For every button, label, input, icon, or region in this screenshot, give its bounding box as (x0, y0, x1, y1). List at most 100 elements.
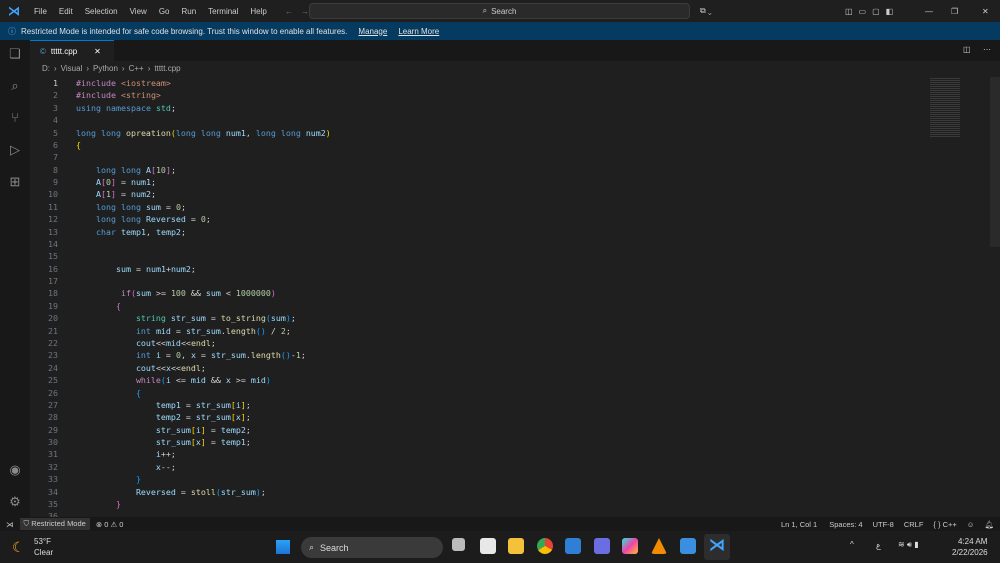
breadcrumb-item[interactable]: ttttt.cpp (154, 64, 180, 73)
code-line[interactable]: A[0] = num1; (76, 177, 156, 187)
menu-edit[interactable]: Edit (53, 7, 79, 16)
code-line[interactable]: { (76, 140, 81, 150)
task-view-icon[interactable] (452, 538, 465, 551)
source-control-icon[interactable]: ⑂ (7, 110, 23, 126)
code-line[interactable]: { (76, 388, 141, 398)
code-token: endl (180, 362, 201, 373)
code-line[interactable]: temp1 = str_sum[i]; (76, 400, 251, 410)
code-editor[interactable]: 1 #include <iostream> 2 #include <string> 3 u… (30, 77, 1000, 517)
code-line[interactable]: #include <iostream> (76, 78, 171, 88)
vertical-scrollbar[interactable] (990, 77, 1000, 247)
explorer-icon[interactable]: ❏ (7, 46, 23, 62)
notifications-icon[interactable]: 🔔︎ (984, 520, 994, 529)
code-line[interactable]: str_sum[x] = temp1; (76, 437, 251, 447)
copilot-status-icon[interactable]: ☺ (967, 520, 975, 529)
code-line[interactable]: using namespace std; (76, 103, 176, 113)
file-explorer-icon[interactable] (508, 538, 524, 554)
settings-gear-icon[interactable]: ⚙ (7, 494, 23, 510)
store-icon[interactable] (480, 538, 496, 554)
minimize-icon[interactable]: — (925, 7, 933, 16)
manage-link[interactable]: Manage (358, 27, 387, 36)
tab-ttttt-cpp[interactable]: © ttttt.cpp ✕ (30, 40, 114, 61)
input-language[interactable]: ع (876, 541, 881, 550)
copilot-app-icon[interactable] (622, 538, 638, 554)
code-line[interactable]: long long opreation(long long num1, long… (76, 128, 331, 138)
menu-selection[interactable]: Selection (79, 7, 124, 16)
code-line[interactable]: } (76, 474, 141, 484)
vlc-icon[interactable] (651, 538, 667, 554)
code-line[interactable]: A[1] = num2; (76, 189, 156, 199)
menu-help[interactable]: Help (244, 7, 272, 16)
code-line[interactable]: while(i <= mid && x >= mid) (76, 375, 271, 385)
close-window-icon[interactable]: ✕ (982, 7, 989, 16)
minimap[interactable] (930, 77, 960, 137)
code-line[interactable]: string str_sum = to_string(sum); (76, 313, 296, 323)
account-icon[interactable]: ◉ (7, 462, 23, 478)
menu-view[interactable]: View (124, 7, 153, 16)
code-token: = (205, 424, 221, 435)
run-debug-icon[interactable]: ▷ (7, 142, 23, 158)
code-line[interactable]: } (76, 499, 121, 509)
code-line[interactable]: temp2 = str_sum[x]; (76, 412, 251, 422)
breadcrumb-item[interactable]: Python (93, 64, 118, 73)
code-line[interactable]: cout<<x<<endl; (76, 363, 206, 373)
code-line[interactable]: x--; (76, 462, 176, 472)
code-line[interactable]: if(sum >= 100 && sum < 1000000) (76, 288, 276, 298)
code-line[interactable]: str_sum[i] = temp2; (76, 425, 251, 435)
breadcrumb-item[interactable]: Visual (61, 64, 83, 73)
extensions-icon[interactable]: ⊞ (7, 174, 23, 190)
code-line[interactable]: long long Reversed = 0; (76, 214, 211, 224)
code-line[interactable]: Reversed = stoll(str_sum); (76, 487, 266, 497)
forward-icon[interactable]: → (301, 7, 309, 16)
code-line[interactable]: { (76, 301, 121, 311)
weather-temp[interactable]: 53°F (34, 537, 51, 546)
close-tab-icon[interactable]: ✕ (94, 47, 101, 56)
outlook-icon[interactable] (565, 538, 581, 554)
more-actions-icon[interactable]: ⋯ (983, 45, 991, 54)
code-line[interactable]: long long sum = 0; (76, 202, 186, 212)
cursor-position[interactable]: Ln 1, Col 1 (781, 520, 817, 529)
breadcrumb-item[interactable]: C++ (129, 64, 144, 73)
learn-more-link[interactable]: Learn More (398, 27, 439, 36)
code-line[interactable]: long long A[10]; (76, 165, 176, 175)
search-view-icon[interactable]: ⌕ (7, 78, 23, 94)
line-number: 24 (48, 362, 58, 373)
code-line[interactable]: sum = num1+num2; (76, 264, 196, 274)
code-line[interactable]: int i = 0, x = str_sum.length()-1; (76, 350, 306, 360)
vscode-taskbar-icon[interactable]: ⋊ (704, 534, 730, 560)
remote-icon[interactable]: ⋊ (0, 520, 20, 529)
code-line[interactable]: i++; (76, 449, 176, 459)
menu-go[interactable]: Go (153, 7, 176, 16)
copilot-icon[interactable]: ⧉ ⌄ (700, 6, 712, 16)
clock-date[interactable]: 2/22/2026 (952, 548, 988, 557)
start-button[interactable] (275, 539, 291, 555)
layout-icons[interactable]: ◫▭▢◧ (845, 7, 899, 16)
code-line[interactable]: char temp1, temp2; (76, 227, 186, 237)
code-line[interactable]: cout<<mid<<endl; (76, 338, 216, 348)
menu-terminal[interactable]: Terminal (202, 7, 244, 16)
code-token: long long (76, 214, 146, 225)
chrome-icon[interactable] (537, 538, 553, 554)
menu-file[interactable]: File (28, 7, 53, 16)
breadcrumb-item[interactable]: D: (42, 64, 50, 73)
clock-time[interactable]: 4:24 AM (958, 537, 987, 546)
code-line[interactable]: int mid = str_sum.length() / 2; (76, 326, 291, 336)
line-ending[interactable]: CRLF (904, 520, 924, 529)
weather-icon[interactable]: ☾ (12, 539, 25, 556)
back-icon[interactable]: ← (285, 7, 293, 16)
restore-icon[interactable]: ❐ (951, 7, 958, 16)
split-editor-icon[interactable]: ◫ (963, 45, 971, 54)
photos-icon[interactable] (680, 538, 696, 554)
taskbar-search[interactable]: ⌕ Search (301, 537, 443, 558)
code-line[interactable]: #include <string> (76, 90, 161, 100)
language-mode[interactable]: { } C++ (933, 520, 956, 529)
encoding[interactable]: UTF-8 (873, 520, 894, 529)
restricted-mode-status[interactable]: ⛉ Restricted Mode (19, 518, 90, 530)
teams-icon[interactable] (594, 538, 610, 554)
indentation[interactable]: Spaces: 4 (829, 520, 862, 529)
menu-run[interactable]: Run (175, 7, 202, 16)
network-volume-battery-icons[interactable]: ≋ 🔊︎ ▮ (898, 540, 919, 550)
problems-status[interactable]: ⊗ 0 ⚠ 0 (96, 520, 124, 529)
command-search[interactable]: ⌕ Search (309, 3, 690, 19)
show-hidden-icons[interactable]: ^ (850, 540, 854, 549)
